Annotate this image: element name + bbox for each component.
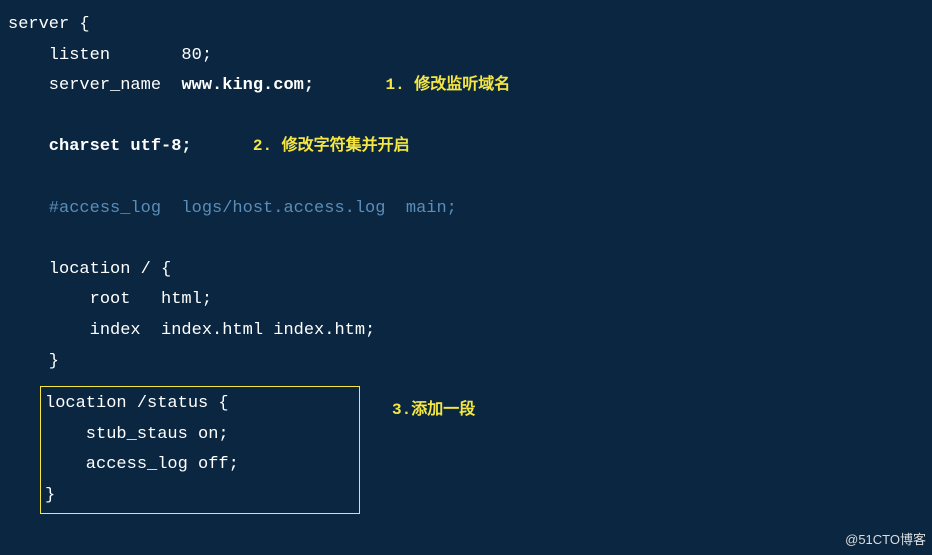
watermark: @51CTO博客 (845, 528, 926, 551)
annotation-2: 2. 修改字符集并开启 (253, 132, 410, 161)
code-line-location-open: location / { (8, 255, 171, 286)
code-line-charset: charset utf-8; (8, 132, 192, 163)
annotation-3: 3.添加一段 (392, 396, 475, 425)
boxed-line-close-brace: } (45, 481, 355, 512)
code-line-root: root html; (8, 285, 212, 316)
code-line-listen: listen 80; (8, 41, 212, 72)
highlighted-code-block: location /status { stub_staus on; access… (40, 386, 360, 514)
boxed-line-location-status: location /status { (45, 389, 355, 420)
code-line-comment: #access_log logs/host.access.log main; (8, 194, 457, 225)
code-line-servername-value: www.king.com; (181, 71, 314, 102)
code-line-location-close: } (8, 347, 59, 378)
code-line-index: index index.html index.htm; (8, 316, 375, 347)
code-line-server: server { (8, 10, 90, 41)
code-line-servername-key: server_name (8, 71, 181, 102)
boxed-line-access-log: access_log off; (45, 450, 355, 481)
boxed-line-stub-status: stub_staus on; (45, 420, 355, 451)
annotation-1: 1. 修改监听域名 (385, 71, 510, 100)
